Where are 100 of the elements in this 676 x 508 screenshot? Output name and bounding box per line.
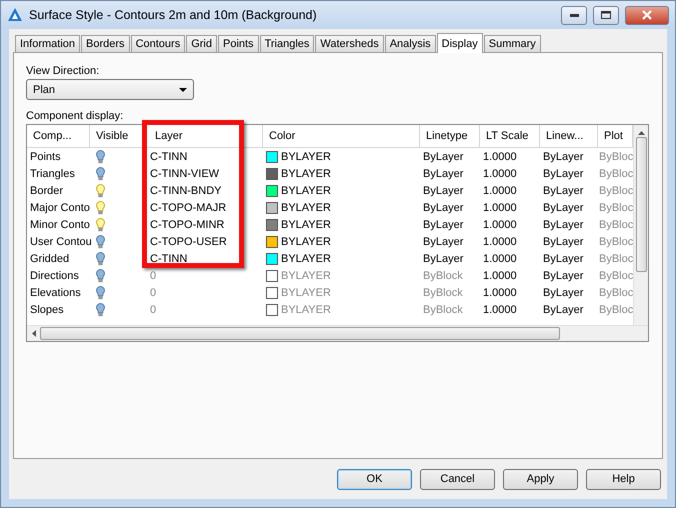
table-cell-text: 1.0000 <box>482 166 518 182</box>
tab[interactable]: Summary <box>484 35 541 53</box>
table-cell-text: ByBloc <box>598 218 633 232</box>
dialog-button[interactable]: Apply <box>503 468 578 490</box>
table-cell-text: 1.0000 <box>482 184 518 198</box>
table-cell-text: Major Conto <box>29 200 90 216</box>
column-header[interactable]: Comp... <box>27 125 90 148</box>
close-icon <box>642 10 652 20</box>
table-cell-text: 1.0000 <box>482 218 518 232</box>
table-cell-text: ByLayer <box>422 218 464 232</box>
scrollbar-thumb[interactable] <box>636 137 646 272</box>
column-header[interactable]: LT Scale <box>480 125 540 148</box>
maximize-icon <box>601 11 611 19</box>
dialog-button[interactable]: Help <box>586 468 661 490</box>
dialog-button[interactable]: OK <box>337 468 412 490</box>
table-cell-text: 1.0000 <box>482 234 518 250</box>
table-cell-text: 1.0000 <box>482 200 518 216</box>
table-cell-text: ByLayer <box>542 268 584 284</box>
table-cell-text: Elevations <box>29 286 82 300</box>
table-cell-text: ByLayer <box>542 166 584 182</box>
table-cell-text: ByLayer <box>542 184 584 198</box>
table-cell-text: Points <box>29 150 62 164</box>
column-header[interactable]: Linew... <box>540 125 598 148</box>
tab[interactable]: Grid <box>186 35 217 53</box>
light-bulb-icon[interactable] <box>96 234 105 248</box>
table-cell-text: 0 <box>149 302 158 318</box>
field-label: Component display: <box>26 110 124 122</box>
minimize-icon <box>570 14 578 16</box>
table-cell-text: ByLayer <box>422 150 464 164</box>
table-cell-text: ByLayer <box>422 166 464 182</box>
table-cell-text: ByBlock <box>422 302 464 318</box>
table-cell-text: ByBloc <box>598 234 633 250</box>
light-bulb-icon[interactable] <box>96 150 105 164</box>
table-cell-text: Triangles <box>29 166 76 182</box>
column-header[interactable]: Linetype <box>420 125 480 148</box>
table-cell-text: ByLayer <box>422 200 464 216</box>
table-cell-text: C-TINN-VIEW <box>149 166 220 182</box>
table-cell-text: ByLayer <box>422 252 464 266</box>
tab[interactable]: Contours <box>130 35 186 53</box>
column-header[interactable]: Color <box>263 125 420 148</box>
table-cell-text: ByLayer <box>542 150 584 164</box>
minimize-button[interactable] <box>561 6 587 24</box>
light-bulb-icon[interactable] <box>96 184 105 198</box>
scrollbar-thumb[interactable] <box>40 327 560 340</box>
light-bulb-icon[interactable] <box>96 252 105 266</box>
tab[interactable]: Display <box>436 33 483 53</box>
tab[interactable]: Analysis <box>384 35 436 53</box>
table-cell-text: 0 <box>149 286 158 300</box>
tab[interactable]: Watersheds <box>315 35 384 53</box>
table-cell-text: ByBloc <box>598 200 633 216</box>
light-bulb-icon[interactable] <box>96 268 105 282</box>
caret-icon <box>179 88 187 92</box>
maximize-button[interactable] <box>593 6 619 24</box>
table-cell: BYLAYER <box>281 150 331 162</box>
table-cell-text: Gridded <box>29 252 70 266</box>
light-bulb-icon[interactable] <box>96 286 105 300</box>
table-cell-text: ByBloc <box>598 184 633 198</box>
tab[interactable]: Information <box>15 35 80 53</box>
view-direction-dropdown[interactable]: Plan <box>26 79 194 100</box>
light-bulb-icon[interactable] <box>96 302 105 316</box>
table-cell-text: ByLayer <box>542 302 584 318</box>
light-bulb-icon[interactable] <box>96 218 105 232</box>
scroll-up-icon[interactable] <box>638 131 644 135</box>
table-cell: BYLAYER <box>281 168 331 180</box>
table-cell-text: ByBloc <box>598 150 633 164</box>
table-cell-text: User Contou <box>29 234 90 250</box>
table-cell-text: ByLayer <box>542 234 584 250</box>
table-cell: BYLAYER <box>281 252 331 264</box>
table-cell: BYLAYER <box>281 270 331 282</box>
table-cell-text: Slopes <box>29 302 65 318</box>
table-cell-text: ByBloc <box>598 286 633 300</box>
table-cell-text: C-TOPO-MINR <box>149 218 226 232</box>
table-cell-text: 1.0000 <box>482 252 518 266</box>
table-cell-text: 1.0000 <box>482 286 518 300</box>
tab[interactable]: Triangles <box>260 35 314 53</box>
light-bulb-icon[interactable] <box>96 200 105 214</box>
table-cell-text: Directions <box>29 268 80 284</box>
table-cell-text: 0 <box>149 268 158 284</box>
table-cell-text: ByLayer <box>422 234 464 250</box>
light-bulb-icon[interactable] <box>96 166 105 180</box>
scroll-left-icon[interactable] <box>32 330 36 337</box>
table-cell-text: ByLayer <box>422 184 464 198</box>
table-cell: BYLAYER <box>281 286 331 298</box>
column-header[interactable]: Plot <box>598 125 633 148</box>
tab[interactable]: Points <box>218 35 259 53</box>
close-button[interactable] <box>625 6 669 24</box>
table-cell-text: 1.0000 <box>482 268 518 284</box>
dialog-button[interactable]: Cancel <box>420 468 495 490</box>
table-cell-text: ByLayer <box>542 218 584 232</box>
table-cell-text: ByLayer <box>542 286 584 300</box>
table-cell: BYLAYER <box>281 202 331 214</box>
field-label: View Direction: <box>26 65 100 77</box>
table-cell-text: Minor Conto <box>29 218 90 232</box>
column-header[interactable]: Layer <box>146 125 263 148</box>
table-cell-text: C-TOPO-USER <box>149 234 228 250</box>
tab[interactable]: Borders <box>81 35 130 53</box>
table-cell-text: ByLayer <box>542 200 584 216</box>
table-cell-text: 1.0000 <box>482 150 518 164</box>
table-cell-text: C-TINN-BNDY <box>149 184 222 198</box>
table-cell-text: C-TINN <box>149 150 188 164</box>
